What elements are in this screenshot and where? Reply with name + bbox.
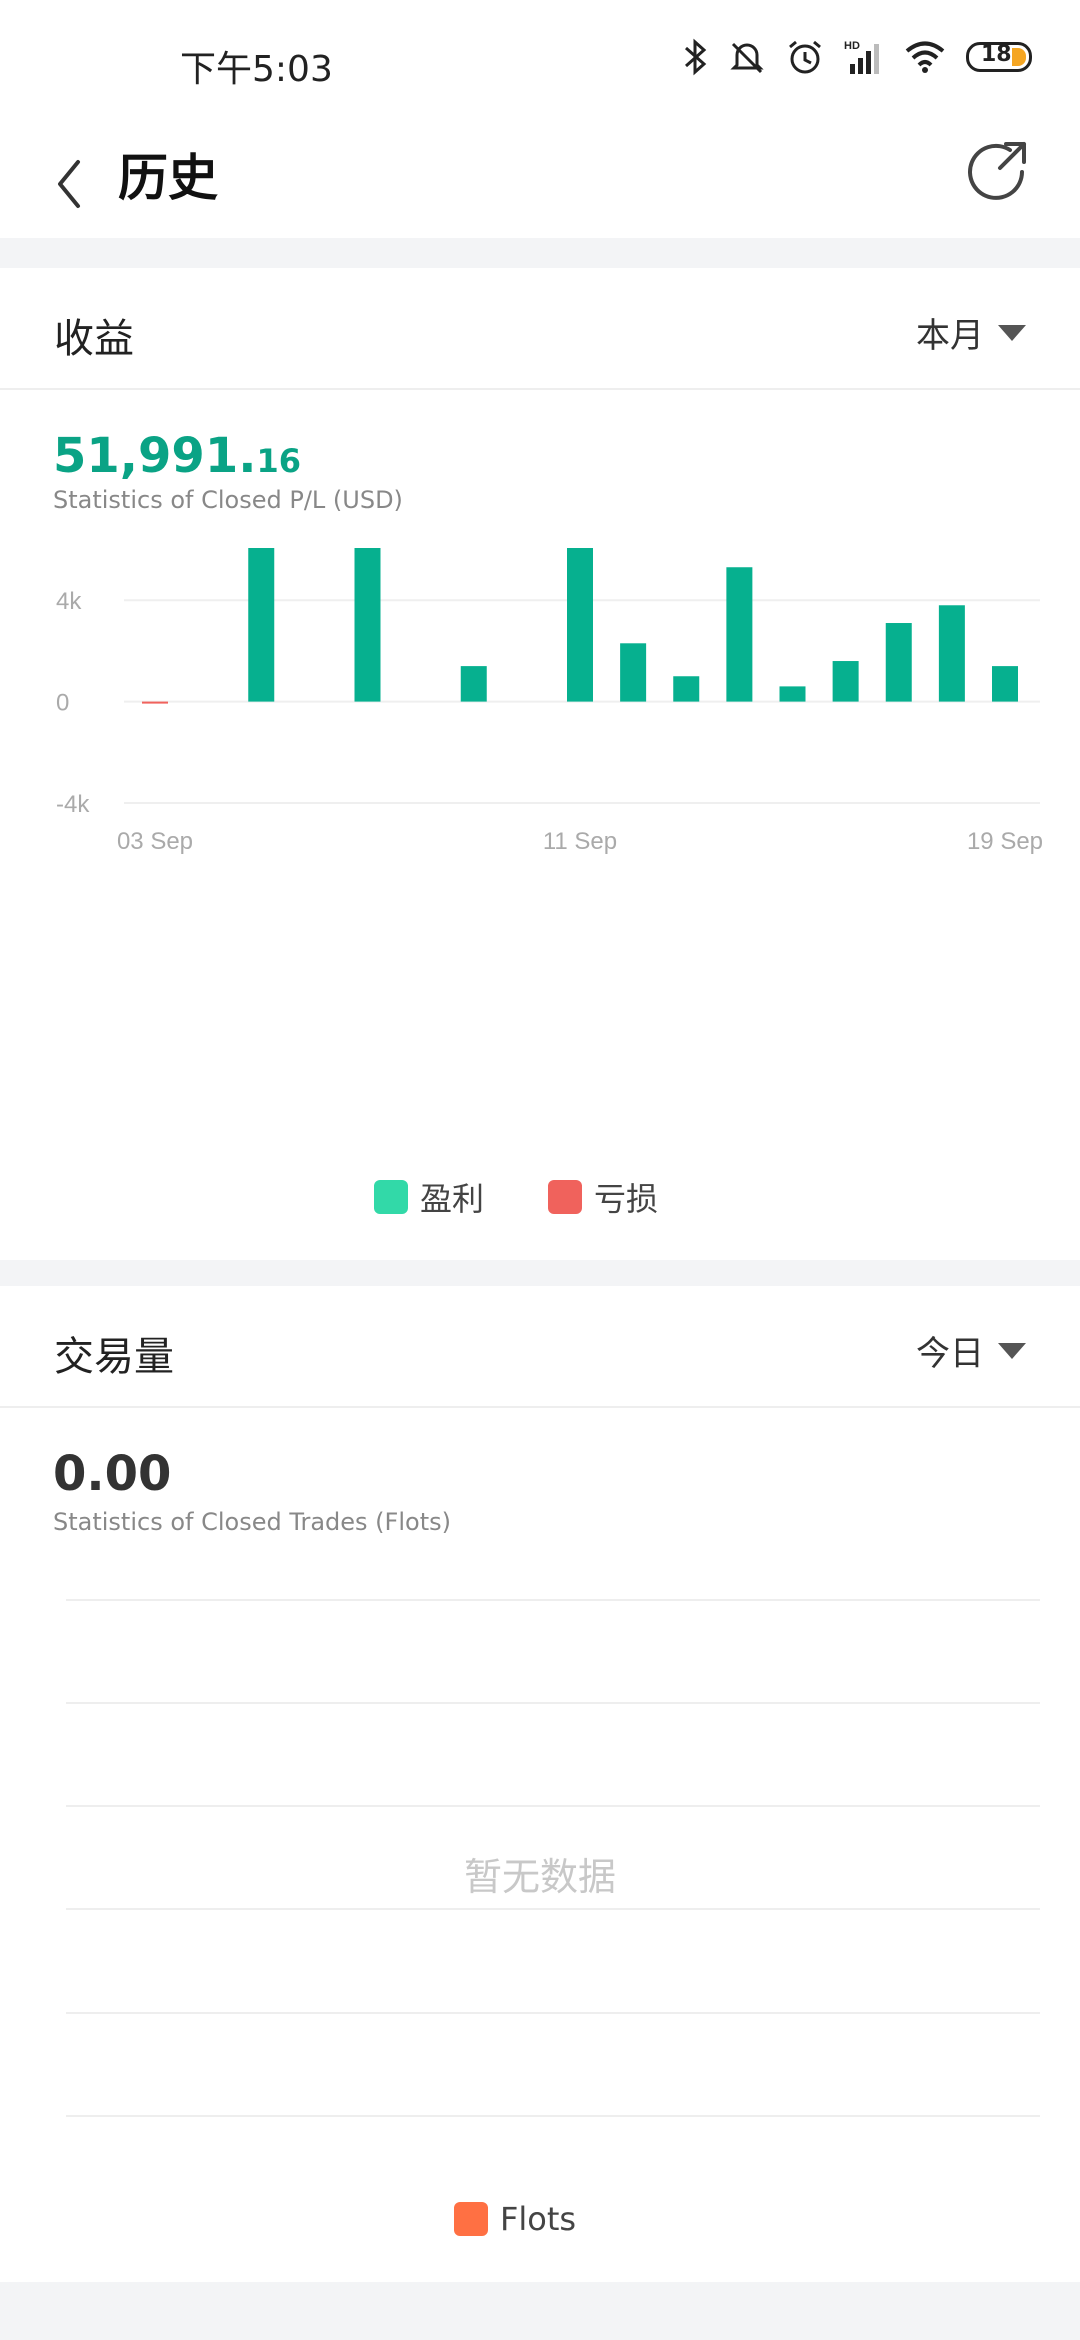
profit-total-int: 51,991. xyxy=(53,428,257,484)
x-tick-label: 19 Sep xyxy=(967,828,1043,855)
volume-period-select[interactable]: 今日 xyxy=(916,1326,1026,1375)
legend-loss-swatch xyxy=(548,1180,583,1214)
bar xyxy=(832,661,859,702)
battery-level: 18 xyxy=(981,42,1012,67)
y-tick-label: 4k xyxy=(56,588,82,615)
volume-legend: Flots xyxy=(454,2200,576,2238)
svg-text:HD: HD xyxy=(844,40,860,52)
bar xyxy=(567,548,593,702)
bar xyxy=(142,701,168,704)
profit-card-title: 收益 xyxy=(54,316,134,362)
profit-total: 51,991.16 xyxy=(53,428,301,484)
bar xyxy=(620,643,647,702)
y-tick-label: 0 xyxy=(56,690,69,717)
legend-flots-swatch xyxy=(454,2202,488,2236)
y-tick-label: -4k xyxy=(56,791,90,818)
profit-card-header: 收益 本月 xyxy=(0,268,1080,390)
volume-period-label: 今日 xyxy=(916,1334,984,1374)
status-icons: HD 18 xyxy=(682,38,1032,76)
x-tick-label: 11 Sep xyxy=(543,828,617,855)
status-bar: 下午5:03 HD 18 xyxy=(0,0,1080,120)
profit-total-frac: 16 xyxy=(256,442,301,480)
bar xyxy=(248,548,275,702)
volume-total: 0.00 xyxy=(53,1446,172,1502)
legend-profit-label: 盈利 xyxy=(420,1180,485,1218)
bar xyxy=(460,666,487,702)
bluetooth-icon xyxy=(685,38,707,76)
profit-card: 收益 本月 51,991.16 Statistics of Closed P/L… xyxy=(0,268,1080,1260)
legend-profit-swatch xyxy=(374,1180,408,1214)
profit-period-label: 本月 xyxy=(916,316,984,356)
volume-card: 交易量 今日 0.00 Statistics of Closed Trades … xyxy=(0,1286,1080,2282)
legend-loss-label: 亏损 xyxy=(594,1180,659,1218)
bar xyxy=(779,686,806,702)
profit-legend: 盈利 亏损 xyxy=(374,1174,658,1220)
dropdown-caret-icon xyxy=(998,324,1026,341)
no-data-message: 暂无数据 xyxy=(463,1855,616,1899)
refresh-icon[interactable] xyxy=(962,138,1030,206)
alarm-icon xyxy=(789,40,821,74)
bar xyxy=(938,605,965,702)
app-header: 历史 xyxy=(0,120,1080,238)
status-time: 下午5:03 xyxy=(180,49,333,90)
profit-subtitle: Statistics of Closed P/L (USD) xyxy=(53,486,403,514)
volume-card-header: 交易量 今日 xyxy=(0,1286,1080,1408)
volume-subtitle: Statistics of Closed Trades (Flots) xyxy=(53,1508,451,1536)
dropdown-caret-icon xyxy=(998,1342,1026,1359)
volume-card-title: 交易量 xyxy=(54,1334,174,1380)
bar xyxy=(885,623,912,702)
bar xyxy=(354,548,381,702)
back-arrow-icon[interactable] xyxy=(50,142,110,212)
mute-bell-icon xyxy=(730,42,764,74)
bar xyxy=(726,567,753,702)
bar xyxy=(673,676,700,702)
bar xyxy=(992,666,1018,702)
wifi-icon xyxy=(905,41,945,73)
legend-flots-label: Flots xyxy=(500,2200,577,2238)
battery-icon: 18 xyxy=(966,42,1032,72)
page-title: 历史 xyxy=(118,149,218,207)
profit-period-select[interactable]: 本月 xyxy=(916,308,1026,357)
signal-icon: HD xyxy=(844,40,879,74)
x-tick-label: 03 Sep xyxy=(117,828,193,855)
